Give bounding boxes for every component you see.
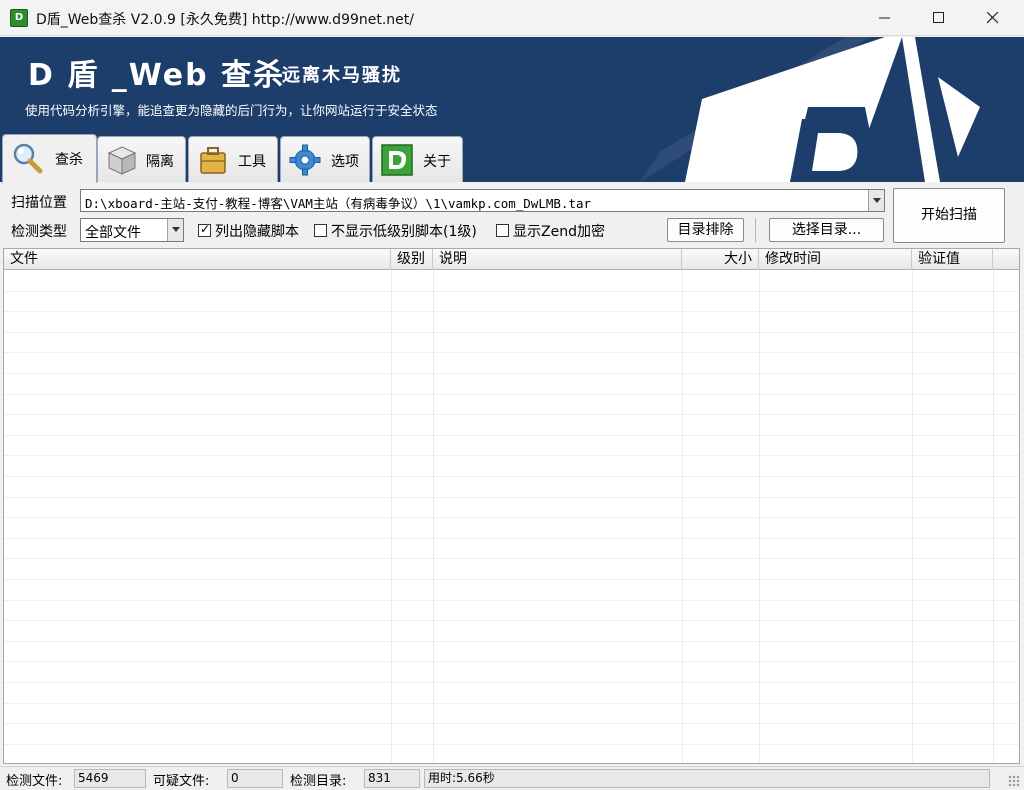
list-hidden-scripts-label: 列出隐藏脚本 — [215, 224, 299, 240]
list-hidden-scripts-checkbox[interactable]: 列出隐藏脚本 — [198, 221, 303, 240]
app-icon: D — [10, 9, 28, 27]
grid-column-line — [993, 270, 994, 763]
grid-row-line — [4, 620, 1019, 621]
exclude-dirs-button[interactable]: 目录排除 — [667, 218, 744, 242]
tab-about[interactable]: 关于 — [372, 136, 463, 182]
chevron-down-icon[interactable] — [167, 219, 183, 241]
chevron-down-icon[interactable] — [868, 190, 884, 211]
tab-about-label: 关于 — [423, 154, 451, 170]
grid-row-line — [4, 476, 1019, 477]
toolbox-icon — [200, 147, 226, 174]
checkbox-unchecked-icon — [496, 224, 509, 237]
column-header-size[interactable]: 大小 — [682, 249, 759, 270]
results-table[interactable]: 文件 级别 说明 大小 修改时间 验证值 — [3, 248, 1020, 764]
grid-column-line — [759, 270, 760, 763]
gear-icon — [289, 144, 321, 176]
tab-tools[interactable]: 工具 — [188, 136, 278, 182]
grid-row-line — [4, 517, 1019, 518]
status-dirs-value: 831 — [364, 769, 420, 788]
column-header-modified-time[interactable]: 修改时间 — [759, 249, 912, 270]
banner-subtitle: 远离木马骚扰 — [282, 65, 402, 86]
window-title: D盾_Web查杀 V2.0.9 [永久免费] http://www.d99net… — [36, 12, 414, 28]
grid-row-line — [4, 723, 1019, 724]
tab-options[interactable]: 选项 — [280, 136, 370, 182]
grid-row-line — [4, 373, 1019, 374]
grid-column-line — [433, 270, 434, 763]
column-header-hash[interactable]: 验证值 — [912, 249, 993, 270]
scan-type-label: 检测类型 — [11, 224, 67, 240]
start-scan-button[interactable]: 开始扫描 — [893, 188, 1005, 243]
close-button[interactable] — [970, 0, 1016, 36]
minimize-icon — [879, 17, 890, 19]
grid-row-line — [4, 579, 1019, 580]
grid-row-line — [4, 558, 1019, 559]
grid-row-line — [4, 661, 1019, 662]
d-logo-icon — [381, 144, 413, 176]
resize-grip-icon[interactable] — [1008, 775, 1020, 787]
grid-row-line — [4, 332, 1019, 333]
grid-row-line — [4, 641, 1019, 642]
grid-row-line — [4, 435, 1019, 436]
status-files-value: 5469 — [74, 769, 146, 788]
maximize-button[interactable] — [916, 0, 962, 36]
toolbar-separator — [755, 218, 756, 242]
status-bar: 检测文件: 5469 可疑文件: 0 检测目录: 831 用时:5.66秒 — [0, 766, 1024, 790]
column-header-level[interactable]: 级别 — [391, 249, 433, 270]
banner-title: D 盾 _Web 查杀 — [28, 58, 286, 93]
grid-row-line — [4, 414, 1019, 415]
status-time: 用时:5.66秒 — [424, 769, 990, 788]
d-shield-logo-icon — [640, 37, 980, 182]
banner-slogan: 使用代码分析引擎，能追查更为隐藏的后门行为，让你网站运行于安全状态 — [25, 103, 438, 118]
select-dir-button[interactable]: 选择目录... — [769, 218, 884, 242]
grid-column-line — [682, 270, 683, 763]
tab-quarantine-label: 隔离 — [146, 154, 174, 170]
hide-low-level-label: 不显示低级别脚本(1级) — [331, 224, 477, 240]
title-bar: D D盾_Web查杀 V2.0.9 [永久免费] http://www.d99n… — [0, 0, 1024, 36]
grid-row-line — [4, 455, 1019, 456]
grid-row-line — [4, 703, 1019, 704]
grid-row-line — [4, 352, 1019, 353]
column-header-description[interactable]: 说明 — [433, 249, 682, 270]
grid-row-line — [4, 394, 1019, 395]
grid-column-line — [912, 270, 913, 763]
scan-path-value: D:\xboard-主站-支付-教程-博客\VAM主站（有病毒争议）\1\vam… — [85, 196, 592, 211]
magnifier-icon — [13, 143, 43, 174]
hide-low-level-checkbox[interactable]: 不显示低级别脚本(1级) — [314, 221, 484, 240]
tab-tools-label: 工具 — [238, 154, 266, 170]
tab-scan[interactable]: 查杀 — [2, 134, 97, 183]
grid-row-line — [4, 497, 1019, 498]
scan-path-combobox[interactable]: D:\xboard-主站-支付-教程-博客\VAM主站（有病毒争议）\1\vam… — [80, 189, 885, 212]
status-files-label: 检测文件: — [6, 774, 63, 789]
checkbox-checked-icon — [198, 222, 211, 237]
grid-row-line — [4, 291, 1019, 292]
minimize-button[interactable] — [862, 0, 908, 36]
grid-row-line — [4, 538, 1019, 539]
status-suspicious-label: 可疑文件: — [153, 774, 210, 789]
status-suspicious-value: 0 — [227, 769, 283, 788]
grid-column-line — [391, 270, 392, 763]
grid-row-line — [4, 682, 1019, 683]
tab-scan-label: 查杀 — [55, 152, 83, 168]
show-zend-checkbox[interactable]: 显示Zend加密 — [496, 221, 605, 240]
scan-type-value: 全部文件 — [85, 225, 141, 241]
close-icon — [986, 11, 999, 24]
grid-row-line — [4, 600, 1019, 601]
tab-options-label: 选项 — [331, 154, 359, 170]
maximize-icon — [933, 12, 944, 23]
quarantine-box-icon — [107, 146, 137, 175]
grid-row-line — [4, 311, 1019, 312]
tab-quarantine[interactable]: 隔离 — [97, 136, 186, 182]
checkbox-unchecked-icon — [314, 224, 327, 237]
grid-row-line — [4, 744, 1019, 745]
show-zend-label: 显示Zend加密 — [513, 224, 605, 240]
column-header-file[interactable]: 文件 — [4, 249, 391, 270]
scan-type-select[interactable]: 全部文件 — [80, 218, 184, 242]
status-dirs-label: 检测目录: — [290, 774, 347, 789]
table-header: 文件 级别 说明 大小 修改时间 验证值 — [4, 249, 1019, 270]
scan-path-label: 扫描位置 — [11, 195, 67, 211]
